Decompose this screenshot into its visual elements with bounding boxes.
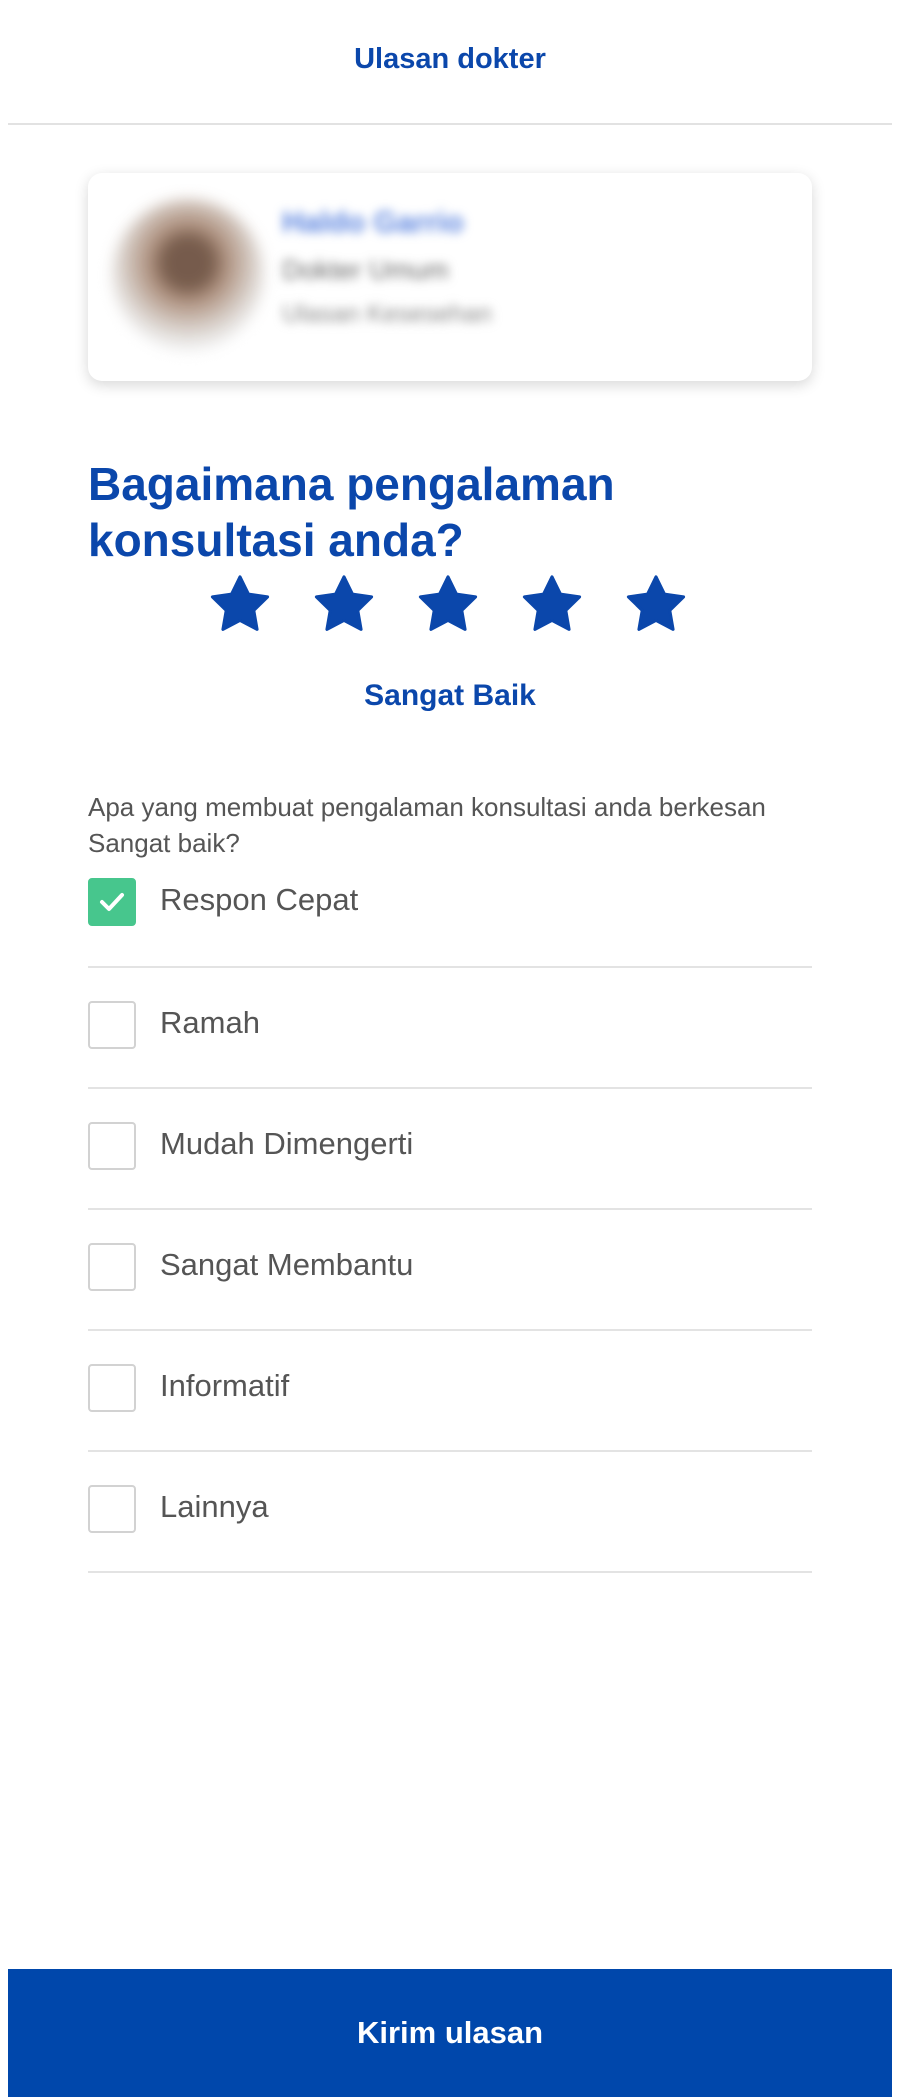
doctor-role: Dokter Umum: [282, 255, 449, 285]
star-icon[interactable]: [312, 573, 376, 637]
option-label: Mudah Dimengerti: [160, 1126, 414, 1161]
star-icon[interactable]: [624, 573, 688, 637]
rating-question: Bagaimana pengalaman konsultasi anda?: [88, 457, 615, 566]
option-respon-cepat[interactable]: Respon Cepat: [88, 845, 812, 968]
doctor-card: Haldo Garrio Dokter Umum Ulasan Keseseha…: [88, 173, 812, 381]
option-ramah[interactable]: Ramah: [88, 968, 812, 1089]
option-informatif[interactable]: Informatif: [88, 1331, 812, 1452]
option-label: Respon Cepat: [160, 882, 359, 917]
doctor-specialty: Ulasan Kesesehan: [282, 300, 492, 328]
doctor-name: Haldo Garrio: [282, 206, 464, 239]
checkbox[interactable]: [88, 1364, 136, 1412]
checkbox[interactable]: [88, 1122, 136, 1170]
option-label: Sangat Membantu: [160, 1247, 414, 1282]
option-mudah-dimengerti[interactable]: Mudah Dimengerti: [88, 1089, 812, 1210]
submit-review-button[interactable]: Kirim ulasan: [8, 1969, 892, 2097]
star-icon[interactable]: [416, 573, 480, 637]
option-label: Lainnya: [160, 1489, 269, 1524]
rating-label: Sangat Baik: [364, 679, 536, 712]
feedback-options: Respon Cepat Ramah Mudah Dimengerti Sang…: [88, 845, 812, 1573]
star-icon[interactable]: [520, 573, 584, 637]
checkbox[interactable]: [88, 1243, 136, 1291]
option-lainnya[interactable]: Lainnya: [88, 1452, 812, 1573]
option-label: Informatif: [160, 1368, 290, 1403]
star-icon[interactable]: [208, 573, 272, 637]
review-screen: Ulasan dokter Haldo Garrio Dokter Umum U…: [8, 0, 892, 2097]
option-label: Ramah: [160, 1005, 260, 1040]
doctor-avatar: [112, 199, 264, 351]
checkbox[interactable]: [88, 1001, 136, 1049]
checkbox[interactable]: [88, 1485, 136, 1533]
star-rating[interactable]: [208, 572, 688, 638]
app-header: Ulasan dokter: [8, 0, 892, 125]
page-title: Ulasan dokter: [354, 43, 546, 75]
checkbox-checked[interactable]: [88, 878, 136, 926]
check-icon: [100, 893, 124, 911]
option-sangat-membantu[interactable]: Sangat Membantu: [88, 1210, 812, 1331]
